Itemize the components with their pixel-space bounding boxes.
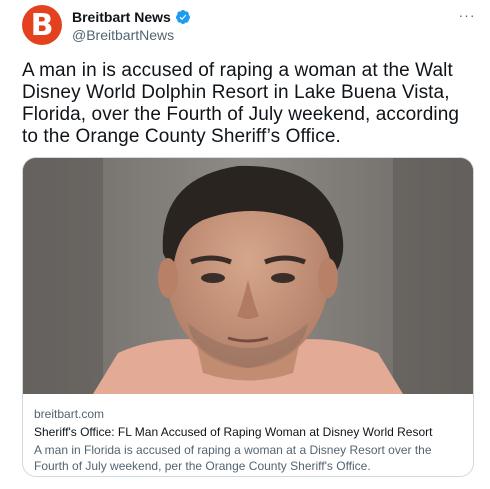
more-options-icon[interactable]: ··· (456, 6, 478, 24)
card-domain: breitbart.com (34, 407, 105, 421)
tweet-text: A man in is accused of raping a woman at… (22, 60, 460, 147)
author-name-row: Breitbart News (72, 9, 191, 25)
card-description: A man in Florida is accused of raping a … (34, 443, 432, 473)
avatar-letter: B (30, 7, 54, 43)
card-title: Sheriff's Office: FL Man Accused of Rapi… (34, 425, 433, 439)
avatar[interactable]: B (22, 5, 62, 45)
card-meta: breitbart.com Sheriff's Office: FL Man A… (34, 406, 464, 474)
tweet: B Breitbart News @BreitbartNews ··· A ma… (0, 0, 490, 489)
author-display-name[interactable]: Breitbart News (72, 9, 171, 25)
verified-badge-icon (175, 9, 191, 25)
link-card[interactable]: breitbart.com Sheriff's Office: FL Man A… (22, 157, 474, 477)
card-image (23, 158, 473, 394)
author-handle[interactable]: @BreitbartNews (72, 27, 174, 43)
